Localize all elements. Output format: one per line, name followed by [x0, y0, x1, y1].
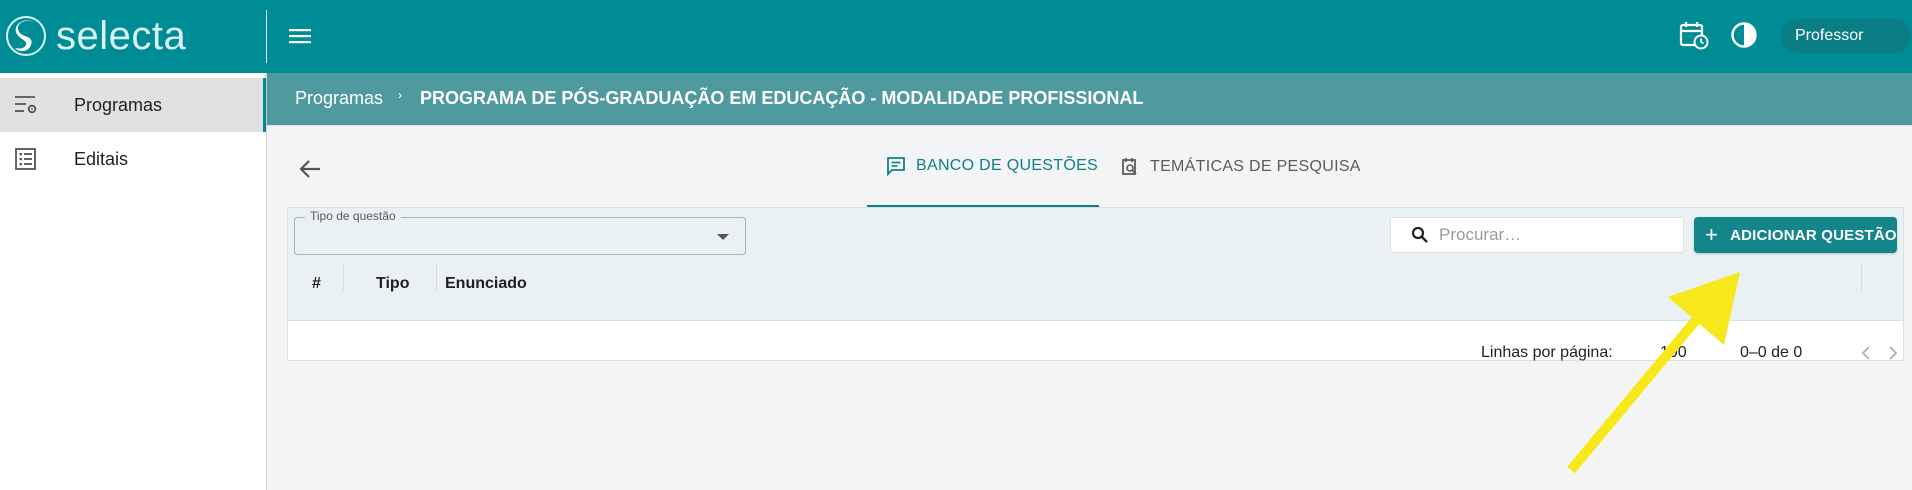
rows-per-page-select[interactable]: 100 [1660, 344, 1687, 362]
app-logo[interactable]: selecta [4, 12, 186, 60]
user-role-label: Professor [1795, 27, 1864, 44]
dropdown-caret-icon [717, 234, 729, 240]
add-question-label: ADICIONAR QUESTÃO [1730, 226, 1897, 244]
contrast-icon [1731, 22, 1757, 48]
plus-icon: + [1705, 222, 1719, 247]
filter-settings-icon [15, 96, 37, 114]
chevron-right-icon [1889, 346, 1898, 360]
selecta-logo-icon [6, 16, 46, 56]
app-name: selecta [56, 13, 187, 58]
list-document-icon [15, 148, 36, 170]
search-box[interactable] [1390, 217, 1684, 253]
question-type-select[interactable]: Tipo de questão [294, 209, 746, 255]
sidebar-item-programas[interactable]: Programas [0, 78, 266, 132]
breadcrumb-link-programas[interactable]: Programas [295, 88, 383, 109]
theme-toggle-button[interactable] [1727, 18, 1761, 52]
menu-icon [289, 29, 311, 44]
sidebar-item-label: Editais [74, 148, 129, 169]
breadcrumb: Programas › PROGRAMA DE PÓS-GRADUAÇÃO EM… [267, 73, 1912, 125]
question-bank-icon [887, 156, 905, 176]
sidebar: Programas Editais [0, 73, 267, 490]
chevron-left-icon [1861, 346, 1870, 360]
tab-label: BANCO DE QUESTÕES [916, 156, 1099, 174]
next-page-button[interactable] [1883, 343, 1903, 363]
menu-button[interactable] [286, 22, 314, 50]
table-toolbar: Tipo de questão + ADICIONAR QUESTÃO # Ti… [288, 208, 1903, 321]
tab-label: TEMÁTICAS DE PESQUISA [1150, 157, 1361, 175]
search-input[interactable] [1437, 224, 1661, 246]
tab-tematicas-de-pesquisa[interactable]: TEMÁTICAS DE PESQUISA [1120, 126, 1361, 207]
back-button[interactable] [295, 154, 325, 184]
topbar-divider [266, 10, 267, 63]
sidebar-item-editais[interactable]: Editais [0, 132, 266, 186]
search-icon [1411, 226, 1428, 243]
rows-per-page-value: 100 [1660, 344, 1687, 361]
calendar-button[interactable] [1677, 18, 1711, 52]
breadcrumb-separator-icon: › [398, 88, 402, 102]
user-menu-button[interactable]: Professor [1781, 19, 1911, 53]
column-header-enunciado[interactable]: Enunciado [445, 275, 527, 293]
rows-per-page-label: Linhas por página: [1481, 344, 1613, 361]
add-question-button[interactable]: + ADICIONAR QUESTÃO [1694, 217, 1897, 253]
column-separator [1861, 264, 1862, 291]
top-app-bar: selecta Professor [0, 0, 1912, 73]
column-separator [343, 264, 344, 291]
search-document-icon [1122, 157, 1137, 175]
previous-page-button[interactable] [1856, 343, 1876, 363]
column-header-number[interactable]: # [312, 275, 321, 293]
column-header-tipo[interactable]: Tipo [376, 275, 409, 293]
main-content: BANCO DE QUESTÕES TEMÁTICAS DE PESQUISA … [267, 126, 1912, 490]
sidebar-item-label: Programas [74, 94, 163, 115]
arrow-left-icon [299, 160, 320, 178]
pagination-range: 0–0 de 0 [1740, 344, 1803, 361]
column-separator [436, 264, 437, 291]
question-type-label: Tipo de questão [305, 209, 401, 223]
page-title: PROGRAMA DE PÓS-GRADUAÇÃO EM EDUCAÇÃO - … [420, 88, 1144, 108]
calendar-clock-icon [1679, 22, 1709, 50]
tab-banco-de-questoes[interactable]: BANCO DE QUESTÕES [867, 126, 1099, 207]
questions-table-panel: Tipo de questão + ADICIONAR QUESTÃO # Ti… [287, 207, 1904, 361]
